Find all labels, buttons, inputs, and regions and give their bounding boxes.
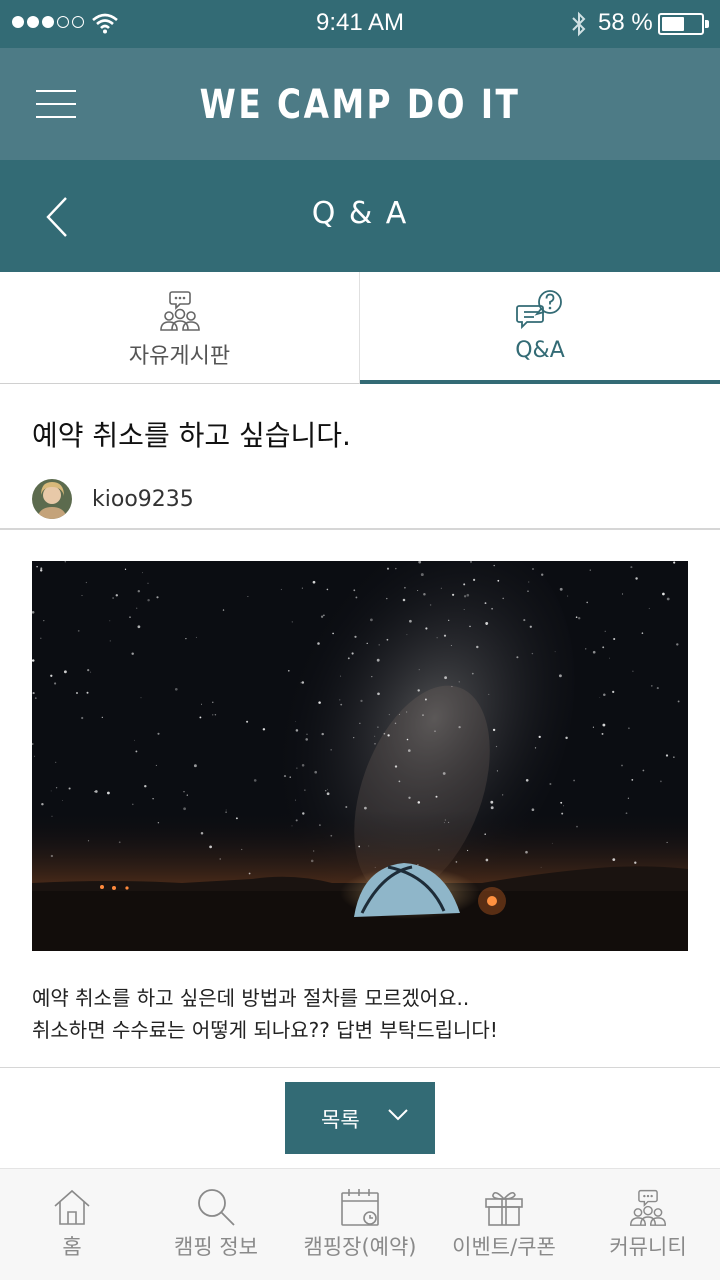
post-body: 예약 취소를 하고 싶은데 방법과 절차를 모르겠어요.. 취소하면 수수료는 …	[32, 982, 692, 1046]
nav-community-label: 커뮤니티	[609, 1235, 687, 1259]
question-chat-icon	[516, 290, 562, 330]
app-title: WE CAMP DO IT	[199, 82, 521, 128]
search-icon	[198, 1189, 235, 1226]
app-header: WE CAMP DO IT	[0, 48, 720, 160]
tab-qa-label: Q&A	[515, 338, 565, 363]
home-icon	[54, 1189, 90, 1225]
post-author[interactable]: kioo9235	[32, 478, 194, 520]
page-title: Q & A	[311, 196, 409, 231]
nav-home[interactable]: 홈	[0, 1169, 144, 1280]
nav-camping-info[interactable]: 캠핑 정보	[144, 1169, 288, 1280]
night-sky-tent-image	[32, 561, 688, 951]
post-body-line: 예약 취소를 하고 싶은데 방법과 절차를 모르겠어요..	[32, 986, 470, 1010]
chevron-down-icon	[388, 1109, 408, 1121]
nav-camping-info-label: 캠핑 정보	[174, 1235, 258, 1259]
nav-community[interactable]: 커뮤니티	[576, 1169, 720, 1280]
calendar-icon	[341, 1189, 379, 1226]
post-title: 예약 취소를 하고 싶습니다.	[32, 419, 351, 452]
battery-percentage: 58 %	[598, 9, 653, 36]
battery-icon	[658, 13, 709, 35]
nav-home-label: 홈	[62, 1235, 82, 1259]
status-bar: 9:41 AM 58 %	[0, 0, 720, 48]
divider	[0, 528, 720, 530]
bluetooth-icon	[572, 11, 586, 37]
sub-header: Q & A	[0, 160, 720, 272]
tab-free-board[interactable]: 자유게시판	[0, 272, 360, 384]
tab-free-board-label: 자유게시판	[128, 344, 231, 369]
community-icon	[159, 291, 200, 331]
author-name: kioo9235	[92, 486, 194, 512]
community-icon	[629, 1189, 667, 1226]
list-button-label: 목록	[321, 1108, 360, 1132]
list-button[interactable]: 목록	[285, 1082, 435, 1154]
divider	[0, 1067, 720, 1068]
board-tabs: 자유게시판 Q&A	[0, 272, 720, 384]
nav-events-coupons[interactable]: 이벤트/쿠폰	[432, 1169, 576, 1280]
nav-campsite-booking-label: 캠핑장(예약)	[303, 1235, 417, 1259]
gift-icon	[485, 1191, 523, 1226]
nav-campsite-booking[interactable]: 캠핑장(예약)	[288, 1169, 432, 1280]
post-image[interactable]	[32, 561, 688, 951]
post-body-line: 취소하면 수수료는 어떻게 되나요?? 답변 부탁드립니다!	[32, 1018, 498, 1042]
bottom-nav: 홈 캠핑 정보 캠핑장(예약) 이벤트/쿠폰 커뮤니티	[0, 1168, 720, 1280]
tab-qa[interactable]: Q&A	[360, 272, 720, 384]
avatar	[32, 479, 72, 519]
nav-events-coupons-label: 이벤트/쿠폰	[452, 1235, 556, 1259]
